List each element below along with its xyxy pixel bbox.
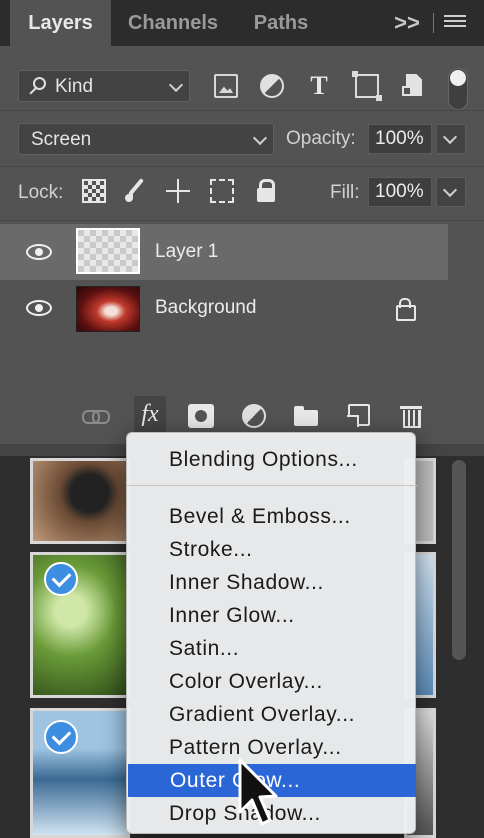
shape-filter-icon[interactable] [352,71,382,101]
lock-artboard-icon[interactable] [210,179,234,203]
search-icon [33,77,46,90]
layer-name[interactable]: Background [155,297,256,319]
tab-channels[interactable]: Channels [118,0,228,46]
layer-name[interactable]: Layer 1 [155,241,218,263]
fill-input[interactable]: 100% [368,177,432,207]
filter-toggle-switch[interactable] [448,68,468,110]
layer-style-fx-button[interactable]: fx [134,396,166,432]
tabs-divider [433,13,434,33]
opacity-input[interactable]: 100% [368,124,432,154]
menu-item-gradient-overlay[interactable]: Gradient Overlay... [127,698,417,731]
visibility-eye-icon[interactable] [24,237,54,267]
chevron-down-icon [442,129,458,145]
divider [0,220,484,221]
layers-panel: Kind T Screen Opacity: 100% Lock: Fill: … [0,46,484,444]
scrollbar[interactable] [452,460,466,660]
menu-item-satin[interactable]: Satin... [127,632,417,665]
menu-item-color-overlay[interactable]: Color Overlay... [127,665,417,698]
chevron-down-icon [442,182,458,198]
delete-layer-trash-icon[interactable] [400,404,426,428]
new-group-folder-icon[interactable] [294,404,320,428]
blend-mode-value: Screen [31,129,92,150]
blend-mode-dropdown[interactable]: Screen [18,123,274,155]
type-filter-icon[interactable]: T [307,73,331,99]
tab-layers[interactable]: Layers [10,0,111,46]
adjustment-filter-icon[interactable] [260,74,284,98]
fill-label: Fill: [330,182,360,203]
new-adjustment-layer-icon[interactable] [242,404,266,428]
divider [0,110,484,111]
add-mask-icon[interactable] [188,404,214,428]
lock-all-icon[interactable] [254,179,278,203]
tab-paths[interactable]: Paths [236,0,326,46]
lock-image-pixels-brush-icon[interactable] [124,179,148,203]
checkmark-icon[interactable] [44,720,78,754]
lock-transparent-pixels-icon[interactable] [82,179,106,203]
opacity-label: Opacity: [286,128,356,149]
menu-item-stroke[interactable]: Stroke... [127,533,417,566]
checkmark-icon[interactable] [44,562,78,596]
panel-menu-icon[interactable] [444,12,466,34]
divider [0,166,484,167]
layer-lock-icon[interactable] [396,298,416,322]
photo-thumbnail[interactable] [30,708,130,838]
lock-label: Lock: [18,182,64,203]
visibility-eye-icon[interactable] [24,293,54,323]
filter-kind-label: Kind [55,76,94,97]
layer-row-background[interactable]: Background [0,282,484,338]
tabs-overflow-button[interactable]: >> [392,8,422,38]
layer-row-layer-1[interactable]: Layer 1 [0,224,448,280]
link-layers-icon[interactable] [82,404,110,428]
lock-position-move-icon[interactable] [166,179,190,203]
mouse-pointer-icon [236,758,280,828]
new-layer-icon[interactable] [347,404,370,427]
chevron-down-icon [168,77,184,93]
layer-thumbnail [76,286,140,332]
menu-item-inner-glow[interactable]: Inner Glow... [127,599,417,632]
menu-separator [127,485,417,486]
filter-kind-dropdown[interactable]: Kind [18,70,190,102]
panel-tab-bar: Layers Channels Paths >> [0,0,484,46]
fill-slider-button[interactable] [436,177,466,207]
smart-object-filter-icon[interactable] [402,74,426,98]
layer-thumbnail [76,228,140,274]
image-filter-icon[interactable] [214,74,238,98]
opacity-slider-button[interactable] [436,124,466,154]
chevron-down-icon [252,130,268,146]
photo-thumbnail[interactable] [30,458,130,544]
menu-item-bevel-emboss[interactable]: Bevel & Emboss... [127,500,417,533]
menu-item-blending-options[interactable]: Blending Options... [127,443,417,476]
menu-item-inner-shadow[interactable]: Inner Shadow... [127,566,417,599]
